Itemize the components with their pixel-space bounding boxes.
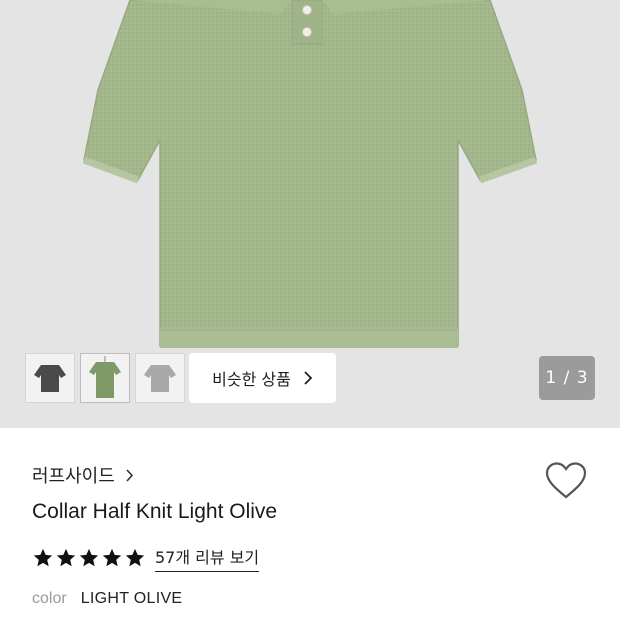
thumbnail-gray[interactable] (135, 353, 185, 403)
similar-products-button[interactable]: 비슷한 상품 (189, 353, 336, 403)
thumbnail-charcoal[interactable] (25, 353, 75, 403)
heart-icon[interactable] (545, 462, 587, 500)
star-icon (125, 548, 145, 567)
reviews-link[interactable]: 57개 리뷰 보기 (155, 544, 260, 572)
brand-name: 러프사이드 (32, 466, 115, 487)
star-icon (102, 548, 122, 567)
product-title: Collar Half Knit Light Olive (32, 500, 278, 523)
color-value: LIGHT OLIVE (80, 590, 183, 607)
thumbnail-strip (25, 353, 185, 403)
image-counter: 1 / 3 (539, 356, 595, 400)
star-icon (56, 548, 76, 567)
star-icon (33, 548, 53, 567)
similar-products-label: 비슷한 상품 (212, 370, 291, 389)
star-icon (79, 548, 99, 567)
chevron-right-icon (304, 371, 313, 385)
chevron-right-icon (126, 468, 133, 482)
color-info: color LIGHT OLIVE (32, 590, 182, 608)
rating-row: 57개 리뷰 보기 (32, 544, 260, 572)
brand-link[interactable]: 러프사이드 (32, 462, 134, 488)
thumbnail-light-olive[interactable] (80, 353, 130, 403)
product-image-gallery[interactable]: 비슷한 상품 1 / 3 (0, 0, 620, 428)
color-label: color (32, 590, 67, 607)
star-rating (32, 547, 146, 569)
